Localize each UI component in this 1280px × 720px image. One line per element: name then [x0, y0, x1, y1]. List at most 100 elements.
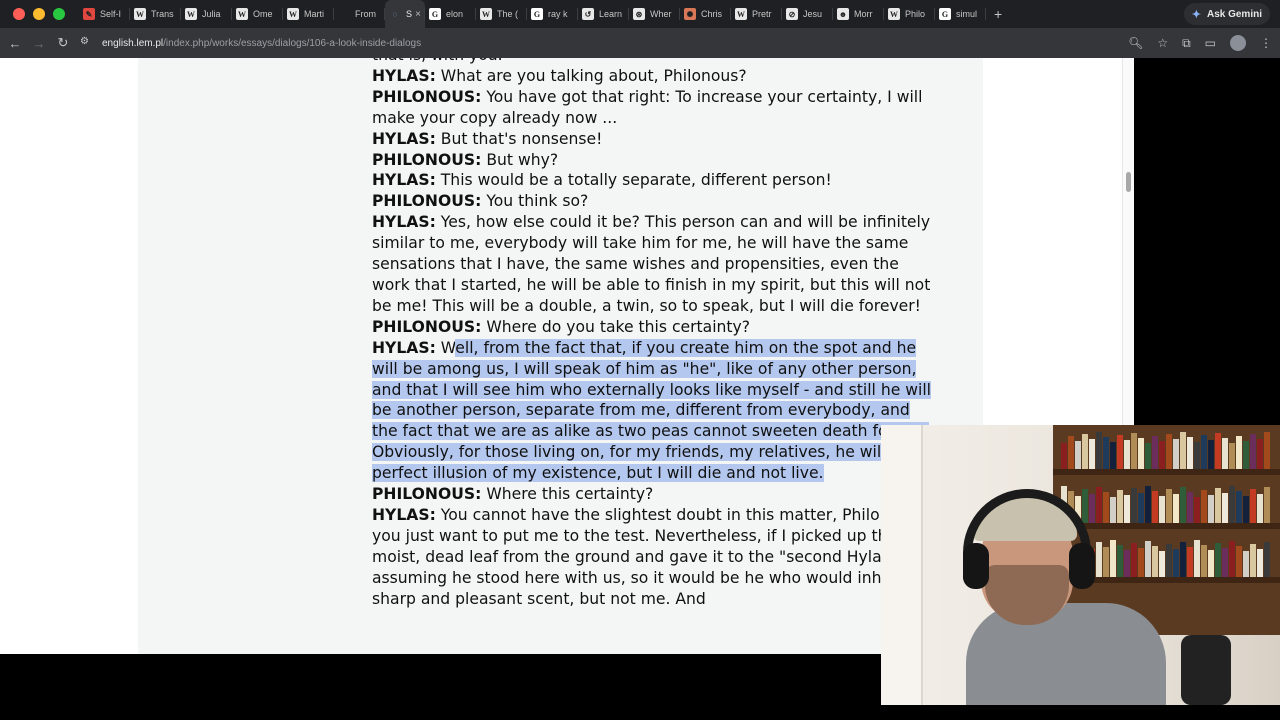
book-spine: [1110, 442, 1116, 469]
tab-3[interactable]: W Ome: [232, 0, 283, 28]
book-spine: [1257, 549, 1263, 577]
dialog-text: You think so?: [481, 192, 589, 211]
chatgpt-icon: ⊛: [633, 8, 645, 20]
forward-arrow-icon[interactable]: →: [27, 36, 51, 51]
tab-label: Ome: [253, 9, 273, 19]
tab-8[interactable]: W The (: [476, 0, 527, 28]
book-spine: [1236, 436, 1242, 469]
book-spine: [1243, 441, 1249, 469]
book-spine: [1124, 440, 1130, 469]
back-arrow-icon[interactable]: ←: [3, 36, 27, 51]
book-spine: [1194, 540, 1200, 577]
tab-1[interactable]: W Trans: [130, 0, 181, 28]
tab-label: simul: [956, 9, 978, 19]
ask-gemini-button[interactable]: ✦ Ask Gemini: [1183, 3, 1270, 25]
book-spine: [1103, 437, 1109, 469]
tab-2[interactable]: W Julia: [181, 0, 232, 28]
tab-label: Philo: [905, 9, 926, 19]
tab-5[interactable]: From: [334, 0, 385, 28]
book-spine: [1194, 497, 1200, 523]
tab-15[interactable]: ☻ Morr: [833, 0, 884, 28]
headphone-right-cup: [1069, 543, 1095, 589]
book-spine: [1089, 494, 1095, 523]
tab-4[interactable]: W Marti: [283, 0, 334, 28]
book-spine: [1082, 434, 1088, 469]
dialog-line: HYLAS: What are you talking about, Philo…: [372, 66, 938, 87]
book-spine: [1222, 438, 1228, 469]
book-spine: [1222, 548, 1228, 577]
zoom-icon[interactable]: 🔍︎: [1128, 36, 1143, 50]
tab-label: S: [406, 9, 413, 19]
tab-14[interactable]: ⊘ Jesu: [782, 0, 833, 28]
book-spine: [1110, 540, 1116, 577]
tab-label: Jesu: [803, 9, 823, 19]
tab-7[interactable]: Gelon: [425, 0, 476, 28]
tab-strip: ✎ Self-I W Trans W Julia W Ome W Marti From ◌ S × Gelo…: [0, 0, 1280, 28]
book-spine: [1152, 436, 1158, 469]
tab-17[interactable]: Gsimul: [935, 0, 986, 28]
face-icon: ☻: [837, 8, 849, 20]
reload-icon[interactable]: ↻: [51, 35, 75, 51]
headphone-left-cup: [963, 543, 989, 589]
tab-13[interactable]: W Pretr: [731, 0, 782, 28]
book-spine: [1145, 486, 1151, 523]
gemini-sparkle-icon: ✦: [1191, 8, 1201, 21]
close-window-button[interactable]: [13, 8, 25, 20]
dialog-text: that is, with you.: [372, 58, 503, 64]
desktop-background-bottom: [0, 654, 881, 720]
speaker-name: HYLAS:: [372, 505, 436, 524]
selected-text: ell, from the fact that, if you create h…: [372, 338, 932, 483]
dialog-text: Where do you take this certainty?: [481, 317, 751, 336]
tab-16[interactable]: W Philo: [884, 0, 935, 28]
site-settings-icon[interactable]: ⚙: [80, 36, 94, 50]
book-spine: [1159, 441, 1165, 469]
book-spine: [1229, 443, 1235, 469]
book-spine: [1229, 541, 1235, 577]
maximize-window-button[interactable]: [53, 8, 65, 20]
book-spine: [1124, 495, 1130, 523]
book-spine: [1117, 545, 1123, 577]
menu-kebab-icon[interactable]: ⋮: [1260, 36, 1272, 50]
dialog-text: W: [435, 338, 456, 357]
dialog-line: HYLAS: But that's nonsense!: [372, 129, 938, 150]
book-spine: [1250, 544, 1256, 577]
tab-list: ✎ Self-I W Trans W Julia W Ome W Marti From ◌ S × Gelo…: [79, 0, 986, 28]
dialog-line: PHILONOUS: Where this certainty?: [372, 484, 938, 505]
profile-avatar[interactable]: [1230, 35, 1246, 51]
url-path: /index.php/works/essays/dialogs/106-a-lo…: [163, 37, 422, 49]
book-spine: [1222, 493, 1228, 523]
extensions-icon[interactable]: ⧉: [1182, 36, 1191, 51]
close-tab-icon[interactable]: ×: [415, 9, 421, 20]
scrollbar-thumb[interactable]: [1126, 172, 1131, 192]
book-spine: [1243, 551, 1249, 577]
window-controls: [13, 8, 65, 20]
cast-icon[interactable]: ▭: [1205, 36, 1216, 50]
new-tab-button[interactable]: +: [994, 6, 1002, 22]
tab-label: Julia: [202, 9, 221, 19]
tab-6[interactable]: ◌ S ×: [385, 0, 425, 28]
tab-12[interactable]: ✺ Chris: [680, 0, 731, 28]
speaker-name: PHILONOUS:: [372, 192, 482, 211]
book-spine: [1173, 549, 1179, 577]
dialog-text: What are you talking about, Philonous?: [435, 66, 747, 85]
book-spine: [1124, 550, 1130, 577]
book-spine: [1208, 550, 1214, 577]
minimize-window-button[interactable]: [33, 8, 45, 20]
tab-0[interactable]: ✎ Self-I: [79, 0, 130, 28]
tab-9[interactable]: Gray k: [527, 0, 578, 28]
book-spine: [1082, 489, 1088, 523]
tab-label: Learn: [599, 9, 623, 19]
tab-label: Pretr: [752, 9, 772, 19]
bookmark-star-icon[interactable]: ☆: [1157, 36, 1168, 50]
tab-10[interactable]: ↺ Learn: [578, 0, 629, 28]
address-bar[interactable]: ⚙ english.lem.pl/index.php/works/essays/…: [80, 32, 980, 54]
book-spine: [1229, 486, 1235, 523]
book-spine: [1103, 547, 1109, 577]
book-spine: [1250, 489, 1256, 523]
book-spine: [1152, 491, 1158, 523]
tab-11[interactable]: ⊛ Wher: [629, 0, 680, 28]
speaker-name: HYLAS:: [372, 338, 436, 357]
speaker-name: PHILONOUS:: [372, 150, 482, 169]
person-shirt: [966, 603, 1166, 705]
desktop-background: [1134, 58, 1280, 428]
